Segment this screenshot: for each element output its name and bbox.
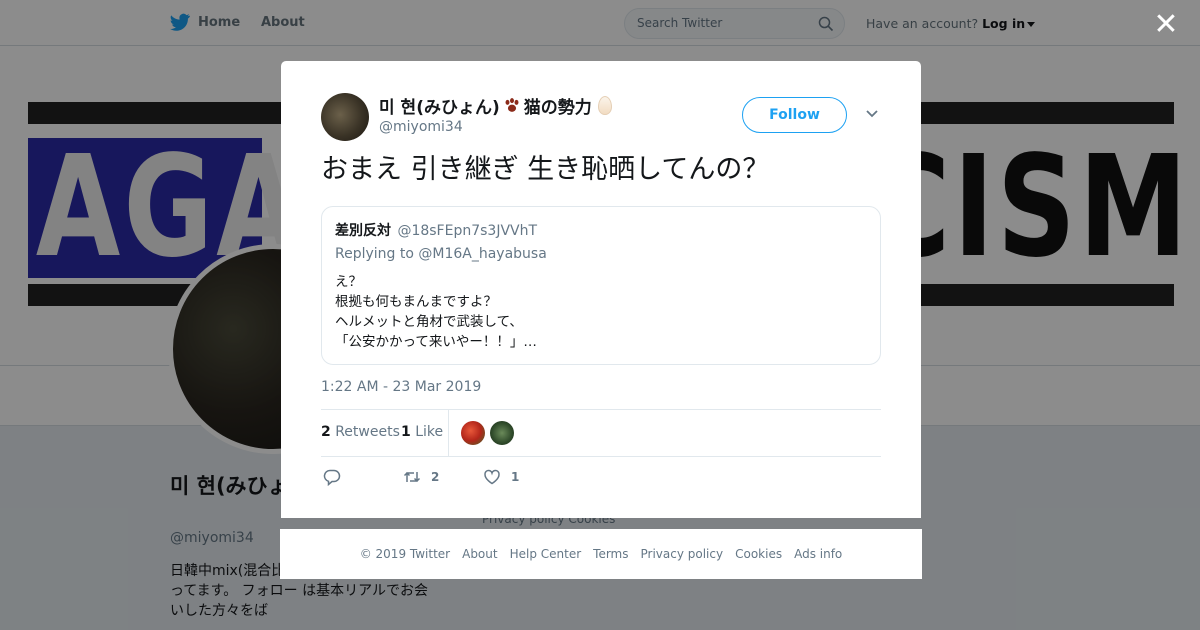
quoted-tweet[interactable]: 差別反対 @18sFEpn7s3JVVhT Replying to @M16A_…: [321, 206, 881, 365]
retweet-icon: [403, 471, 421, 483]
reply-action[interactable]: [323, 468, 341, 486]
author-name-suffix: 猫の勢力: [523, 98, 592, 118]
follow-button[interactable]: Follow: [742, 97, 847, 133]
stats-divider: [448, 410, 449, 456]
retweet-count: 2: [431, 470, 440, 484]
like-action[interactable]: 1: [483, 468, 519, 486]
footer-links: © 2019 Twitter About Help Center Terms P…: [280, 529, 922, 579]
tweet-timestamp[interactable]: 1:22 AM - 23 Mar 2019: [321, 379, 481, 395]
footer-link-privacy[interactable]: Privacy policy: [641, 547, 724, 561]
retweets-stat[interactable]: 2 Retweets: [321, 424, 400, 440]
paw-icon: [505, 97, 519, 112]
tweet-stats: 2 Retweets 1 Like: [321, 409, 881, 457]
retweets-label: Retweets: [335, 424, 400, 440]
tweet-author-handle[interactable]: @miyomi34: [379, 119, 463, 135]
footer-link-about[interactable]: About: [462, 547, 497, 561]
heart-icon: [484, 469, 500, 485]
quoted-author-handle: @18sFEpn7s3JVVhT: [397, 223, 538, 239]
quoted-tweet-header: 差別反対 @18sFEpn7s3JVVhT: [335, 220, 867, 240]
tweet-text: おまえ 引き継ぎ 生き恥晒してんの？: [321, 154, 770, 185]
footer-link-ads-info[interactable]: Ads info: [794, 547, 842, 561]
like-count: 1: [511, 470, 520, 484]
quoted-line: ヘルメットと角材で武装して、: [335, 314, 523, 330]
footer-copyright: © 2019 Twitter: [359, 547, 451, 561]
tweet-modal: 미 현(みひょん) 猫の勢力 @miyomi34 Follow おまえ 引き継ぎ…: [281, 61, 921, 518]
retweets-count: 2: [321, 424, 331, 440]
tweet-author-name[interactable]: 미 현(みひょん) 猫の勢力: [379, 93, 612, 118]
quoted-line: え？: [335, 274, 362, 290]
chevron-down-icon[interactable]: [865, 109, 879, 119]
author-name-text: 미 현(みひょん): [379, 98, 500, 118]
likes-label: Like: [415, 424, 444, 440]
tweet-actions: 2 1: [321, 465, 881, 493]
close-icon[interactable]: ✕: [1152, 10, 1180, 40]
reply-icon: [323, 469, 341, 486]
quoted-author-name: 差別反対: [335, 223, 391, 239]
engager-avatar[interactable]: [490, 421, 514, 445]
likes-count: 1: [401, 424, 411, 440]
footer-link-terms[interactable]: Terms: [593, 547, 628, 561]
engager-avatar[interactable]: [461, 421, 485, 445]
quoted-tweet-body: え？ 根拠も何もまんまですよ？ ヘルメットと角材で武装して、 「公安かかって来い…: [335, 272, 867, 352]
retweet-action[interactable]: 2: [403, 468, 439, 486]
quoted-line: 根拠も何もまんまですよ？: [335, 294, 497, 310]
footer-link-cookies[interactable]: Cookies: [735, 547, 782, 561]
likes-stat[interactable]: 1 Like: [401, 424, 443, 440]
quoted-replying-to: Replying to @M16A_hayabusa: [335, 246, 547, 262]
quoted-line: 「公安かかって来いやー！！」…: [335, 334, 537, 350]
egg-icon: [597, 96, 612, 115]
tweet-author-avatar[interactable]: [321, 93, 369, 141]
footer-link-help-center[interactable]: Help Center: [510, 547, 582, 561]
